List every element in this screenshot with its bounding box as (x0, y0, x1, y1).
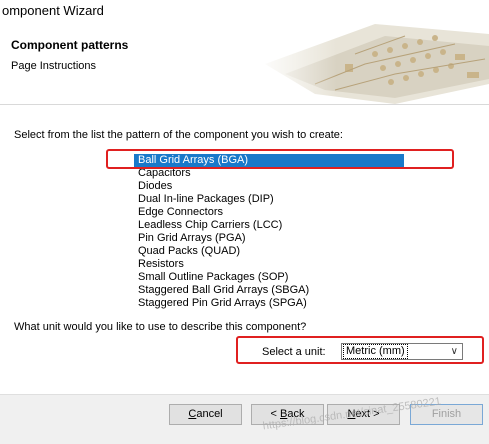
title-bar: omponent Wizard (0, 0, 489, 20)
cancel-button[interactable]: Cancel (169, 404, 242, 425)
list-item[interactable]: Pin Grid Arrays (PGA) (134, 232, 404, 245)
pcb-banner-image (255, 24, 489, 104)
list-item[interactable]: Staggered Ball Grid Arrays (SBGA) (134, 284, 404, 297)
list-item[interactable]: Staggered Pin Grid Arrays (SPGA) (134, 297, 404, 310)
window-title: omponent Wizard (2, 3, 104, 18)
highlight-box-unit (236, 336, 484, 364)
list-item[interactable]: Edge Connectors (134, 206, 404, 219)
list-item[interactable]: Quad Packs (QUAD) (134, 245, 404, 258)
highlight-box-pattern (106, 149, 454, 169)
unit-prompt: What unit would you like to use to descr… (14, 321, 307, 333)
wizard-header: Component patterns Page Instructions (0, 20, 489, 105)
list-item[interactable]: Dual In-line Packages (DIP) (134, 193, 404, 206)
pattern-prompt: Select from the list the pattern of the … (14, 129, 343, 141)
pattern-list[interactable]: Ball Grid Arrays (BGA) Capacitors Diodes Du… (134, 154, 404, 310)
list-item[interactable]: Small Outline Packages (SOP) (134, 271, 404, 284)
list-item[interactable]: Diodes (134, 180, 404, 193)
list-item[interactable]: Resistors (134, 258, 404, 271)
list-item[interactable]: Leadless Chip Carriers (LCC) (134, 219, 404, 232)
page-subtitle: Page Instructions (11, 60, 96, 72)
page-title: Component patterns (11, 38, 129, 52)
